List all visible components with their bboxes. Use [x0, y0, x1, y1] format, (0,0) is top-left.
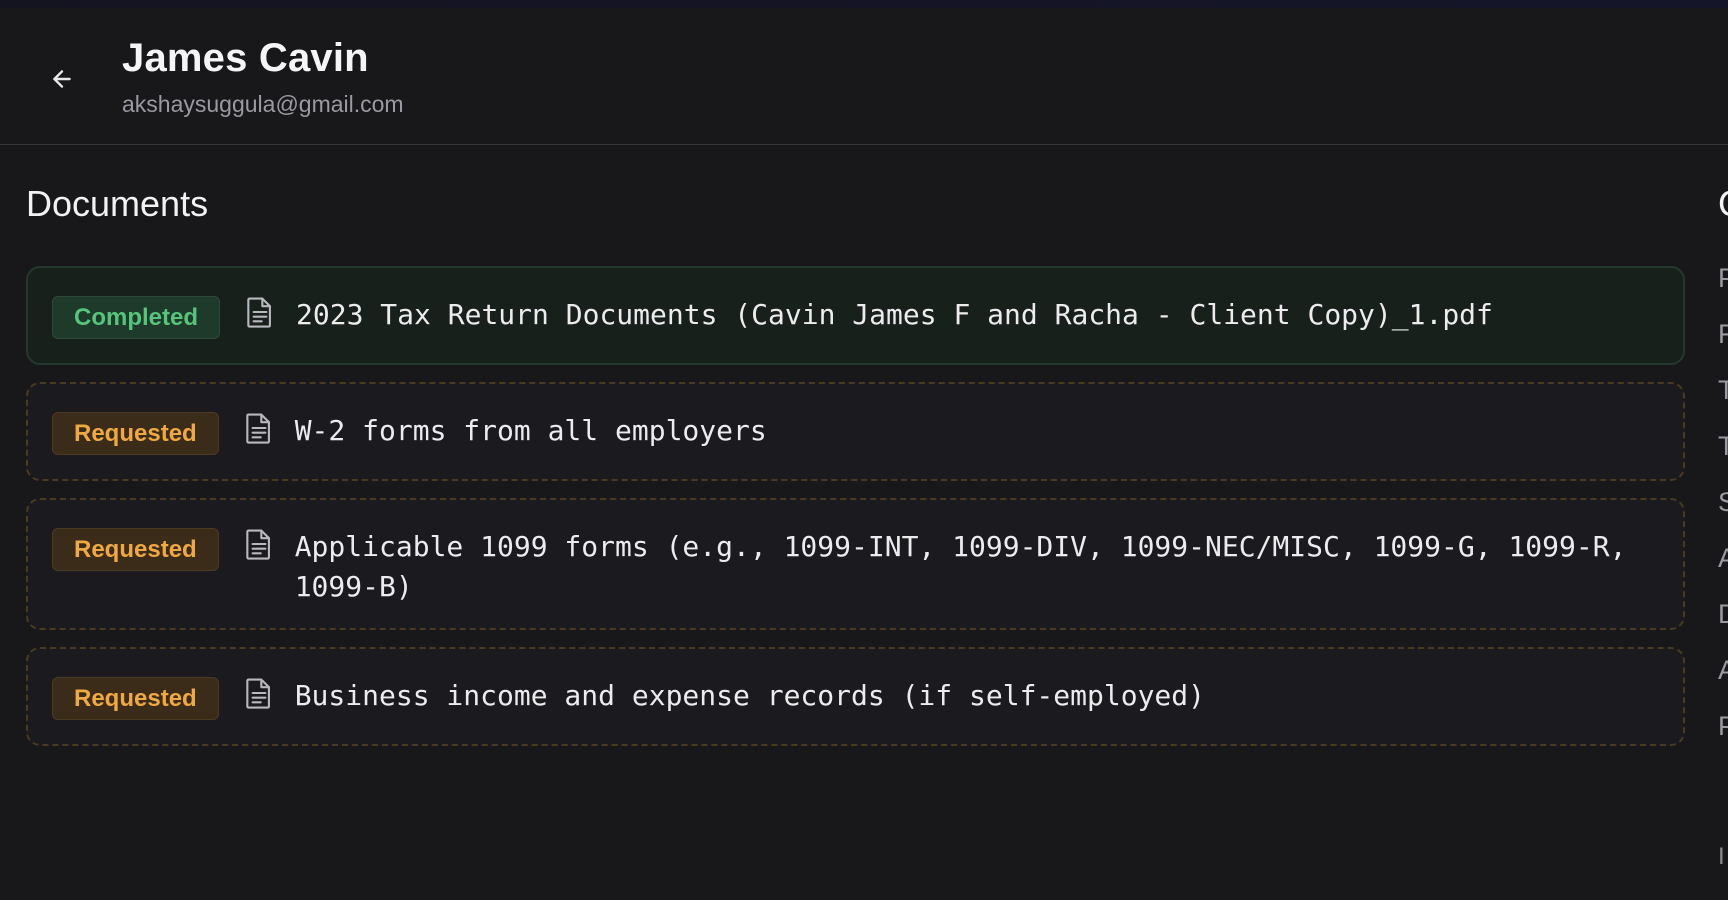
file-text-icon: [245, 529, 270, 560]
document-card[interactable]: Requested Business income and expense re…: [26, 647, 1685, 746]
right-panel-list: P F T T S A D A P: [1718, 263, 1728, 767]
document-card[interactable]: Requested W-2 forms from all employers: [26, 382, 1685, 481]
status-badge: Requested: [52, 677, 219, 720]
right-panel-heading: C: [1718, 183, 1728, 225]
back-button[interactable]: [44, 61, 80, 97]
file-text-icon: [245, 413, 270, 444]
document-title: Business income and expense records (if …: [294, 679, 1206, 712]
right-panel-item[interactable]: T: [1718, 431, 1728, 487]
status-badge: Requested: [52, 412, 219, 455]
right-panel-item[interactable]: D: [1718, 599, 1728, 655]
document-title: W-2 forms from all employers: [294, 414, 767, 447]
page-header: James Cavin akshaysuggula@gmail.com: [0, 8, 1728, 145]
arrow-left-icon: [53, 70, 71, 88]
client-name: James Cavin: [122, 36, 369, 80]
right-panel-item[interactable]: P: [1718, 263, 1728, 319]
documents-heading: Documents: [26, 183, 209, 224]
file-text-icon: [247, 297, 271, 328]
status-badge: Requested: [52, 528, 219, 571]
right-panel-footer: I: [1718, 843, 1725, 870]
right-panel-item[interactable]: A: [1718, 655, 1728, 711]
document-card[interactable]: Completed 2023 Tax Return Documents (Cav…: [26, 266, 1685, 365]
status-badge: Completed: [52, 296, 221, 339]
document-card[interactable]: Requested Applicable 1099 forms (e.g., 1…: [26, 498, 1685, 630]
document-title: 2023 Tax Return Documents (Cavin James F…: [296, 298, 1493, 331]
client-detail-page: James Cavin akshaysuggula@gmail.com Docu…: [0, 8, 1728, 900]
right-panel-item[interactable]: A: [1718, 543, 1728, 599]
window-top-strip: [0, 0, 1728, 8]
file-text-icon: [245, 678, 270, 709]
right-panel-item[interactable]: S: [1718, 487, 1728, 543]
right-panel-item[interactable]: T: [1718, 375, 1728, 431]
document-title: Applicable 1099 forms (e.g., 1099-INT, 1…: [294, 530, 1627, 603]
document-list: Completed 2023 Tax Return Documents (Cav…: [26, 266, 1685, 763]
right-panel-item[interactable]: F: [1718, 319, 1728, 375]
right-panel-item[interactable]: P: [1718, 711, 1728, 767]
client-email: akshaysuggula@gmail.com: [122, 91, 404, 117]
